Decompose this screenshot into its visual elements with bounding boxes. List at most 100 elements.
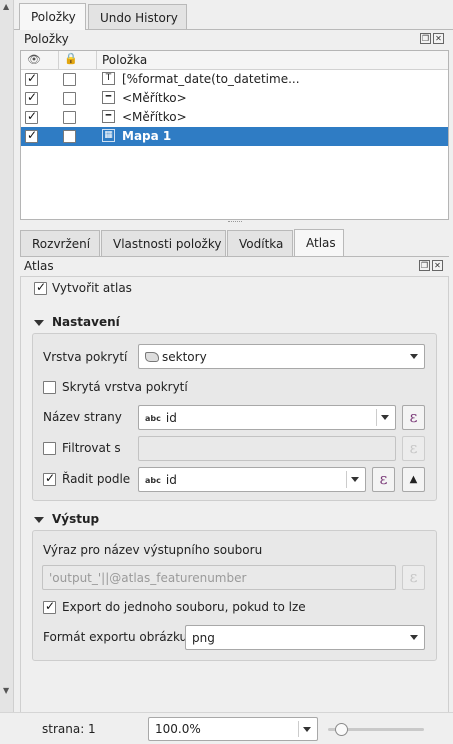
tree-row[interactable]: T [%format_date(to_datetime...: [21, 70, 448, 89]
close-icon[interactable]: ✕: [433, 33, 444, 44]
items-panel-header: Položky ❐ ✕: [20, 31, 450, 47]
sort-label: Řadit podle: [62, 472, 131, 486]
lock-icon[interactable]: 🔒: [64, 52, 78, 65]
left-scrollbar[interactable]: ▲ ▼: [0, 0, 14, 712]
sort-checkbox[interactable]: [43, 471, 56, 486]
settings-section-header[interactable]: Nastavení: [34, 315, 120, 329]
splitter-handle[interactable]: [228, 221, 242, 224]
tab-guides-label: Vodítka: [239, 237, 284, 251]
tab-items[interactable]: Položky: [19, 3, 86, 30]
coverage-layer-combo[interactable]: sektory: [138, 344, 425, 369]
tab-atlas-label: Atlas: [306, 236, 336, 250]
tree-row[interactable]: ━ <Měřítko>: [21, 89, 448, 108]
filter-label: Filtrovat s: [62, 441, 121, 455]
output-section-header[interactable]: Výstup: [34, 512, 99, 526]
expression-icon: ε: [379, 470, 388, 488]
filter-input[interactable]: [138, 436, 396, 461]
tree-row[interactable]: ━ <Měřítko>: [21, 108, 448, 127]
generate-atlas-checkbox[interactable]: [34, 280, 47, 295]
page-name-value: id: [165, 411, 177, 425]
sort-combo[interactable]: abc id: [138, 467, 366, 492]
page-name-label: Název strany: [43, 410, 122, 424]
collapse-icon: [34, 319, 44, 326]
single-file-label: Export do jednoho souboru, pokud to lze: [62, 600, 306, 614]
tree-header: 👁 🔒 Položka: [21, 51, 448, 70]
chevron-down-icon: [410, 354, 418, 359]
column-item-label: Položka: [102, 53, 148, 67]
page-name-combo[interactable]: abc id: [138, 405, 396, 430]
tab-undo-history-label: Undo History: [100, 11, 178, 25]
sort-expression-button[interactable]: ε: [372, 467, 395, 492]
atlas-panel-title: Atlas: [24, 259, 54, 273]
sort-value: id: [165, 473, 177, 487]
zoom-value: 100.0%: [155, 722, 201, 736]
items-panel-title: Položky: [24, 32, 69, 46]
output-title: Výstup: [52, 512, 100, 526]
visibility-checkbox[interactable]: [25, 128, 38, 143]
collapse-icon: [34, 516, 44, 523]
filter-checkbox[interactable]: [43, 442, 56, 455]
tree-row-label: <Měřítko>: [122, 110, 187, 124]
filename-expression-button[interactable]: ε: [402, 565, 425, 590]
zoom-combo[interactable]: 100.0%: [148, 717, 318, 741]
scroll-down-icon[interactable]: ▼: [3, 686, 9, 695]
tree-row-label: [%format_date(to_datetime...: [122, 72, 300, 86]
tab-item-properties-label: Vlastnosti položky: [113, 237, 222, 251]
items-tree[interactable]: 👁 🔒 Položka T [%format_date(to_datetime..…: [20, 50, 449, 220]
generate-atlas-label: Vytvořit atlas: [52, 281, 132, 295]
close-icon[interactable]: ✕: [432, 260, 443, 271]
lock-checkbox[interactable]: [63, 130, 76, 143]
expression-icon: ε: [409, 408, 418, 426]
coverage-layer-label: Vrstva pokrytí: [43, 350, 128, 364]
image-format-combo[interactable]: png: [185, 625, 425, 650]
tab-atlas[interactable]: Atlas: [294, 229, 344, 256]
tab-layout-label: Rozvržení: [32, 237, 91, 251]
eye-icon[interactable]: 👁: [27, 53, 41, 66]
tab-undo-history[interactable]: Undo History: [88, 4, 187, 30]
lock-checkbox[interactable]: [63, 92, 76, 105]
map-icon: ▦: [102, 129, 115, 142]
image-format-label: Formát exportu obrázku: [43, 630, 188, 644]
visibility-checkbox[interactable]: [25, 90, 38, 105]
visibility-checkbox[interactable]: [25, 71, 38, 86]
float-icon[interactable]: ❐: [420, 33, 431, 44]
coverage-layer-value: sektory: [162, 350, 207, 364]
filename-expression-value: 'output_'||@atlas_featurenumber: [49, 571, 247, 585]
float-icon[interactable]: ❐: [419, 260, 430, 271]
settings-title: Nastavení: [52, 315, 120, 329]
chevron-down-icon: [351, 477, 359, 482]
atlas-panel-header: Atlas ❐ ✕: [20, 258, 449, 274]
scroll-up-icon[interactable]: ▲: [3, 2, 9, 11]
filename-expression-input[interactable]: 'output_'||@atlas_featurenumber: [42, 565, 396, 590]
visibility-checkbox[interactable]: [25, 109, 38, 124]
tab-guides[interactable]: Vodítka: [227, 230, 293, 256]
scalebar-icon: ━: [102, 91, 115, 104]
abc-icon: abc: [145, 414, 161, 423]
zoom-slider-handle[interactable]: [334, 723, 348, 736]
image-format-value: png: [192, 631, 215, 645]
single-file-checkbox[interactable]: [43, 599, 56, 614]
tab-layout[interactable]: Rozvržení: [20, 230, 100, 256]
sort-ascending-button[interactable]: ▲: [402, 467, 425, 492]
scalebar-icon: ━: [102, 110, 115, 123]
page-name-expression-button[interactable]: ε: [402, 405, 425, 430]
page-indicator: strana: 1: [42, 722, 96, 736]
lock-checkbox[interactable]: [63, 111, 76, 124]
polygon-layer-icon: [145, 352, 159, 362]
filename-expression-label: Výraz pro název výstupního souboru: [43, 543, 263, 557]
expression-icon: ε: [409, 439, 418, 457]
chevron-down-icon: [381, 415, 389, 420]
tree-row-label: <Měřítko>: [122, 91, 187, 105]
status-bar: strana: 1 100.0%: [0, 712, 453, 744]
lock-checkbox[interactable]: [63, 73, 76, 86]
filter-expression-button[interactable]: ε: [402, 436, 425, 461]
abc-icon: abc: [145, 476, 161, 485]
triangle-up-icon: ▲: [409, 474, 418, 485]
tree-row-label: Mapa 1: [122, 129, 172, 143]
tree-row[interactable]: ▦ Mapa 1: [21, 127, 448, 146]
hidden-coverage-label: Skrytá vrstva pokrytí: [62, 380, 188, 394]
expression-icon: ε: [409, 568, 418, 586]
hidden-coverage-checkbox[interactable]: [43, 381, 56, 394]
chevron-down-icon: [303, 727, 311, 732]
tab-item-properties[interactable]: Vlastnosti položky: [101, 230, 226, 256]
